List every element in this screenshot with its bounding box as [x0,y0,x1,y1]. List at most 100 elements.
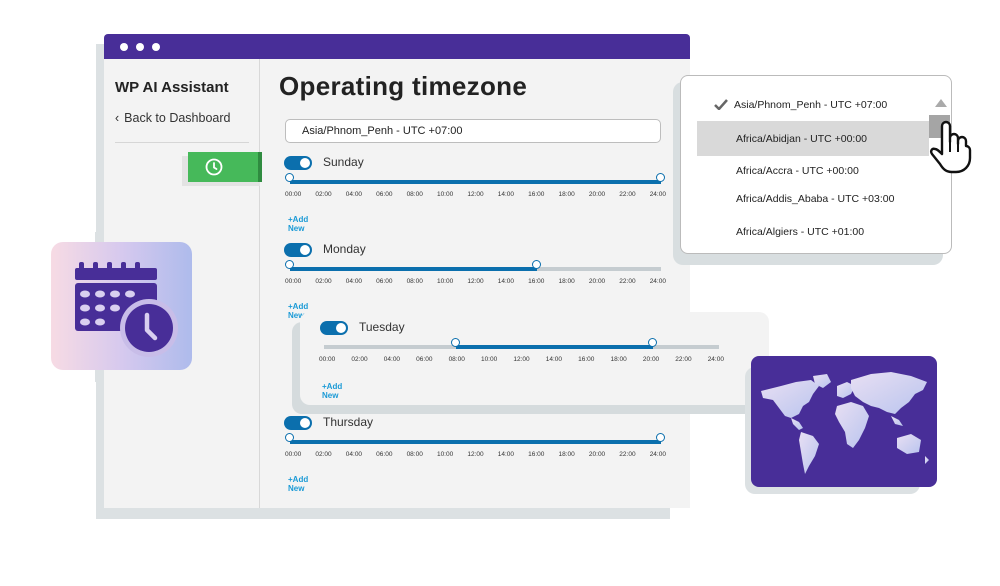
time-ticks: 00:00 02:00 04:00 06:00 08:00 10:00 12:00 14:00… [319,356,724,363]
world-map-tile [751,356,937,487]
tick-label: 06:00 [376,451,393,458]
tick-label: 04:00 [345,191,363,198]
dropdown-option[interactable]: Africa/Algiers - UTC +01:00 [736,226,864,238]
tick-label: 18:00 [610,356,627,363]
slider-start-handle[interactable] [285,433,294,442]
day-label: Thursday [323,415,374,429]
page-title: Operating timezone [279,71,528,101]
world-map-icon [761,372,929,474]
day-toggle[interactable] [284,243,312,257]
day-toggle[interactable] [320,321,348,335]
calendar-tile [51,242,192,370]
tick-label: 10:00 [480,356,498,363]
slider-start-handle[interactable] [450,338,460,347]
slider-end-handle[interactable] [648,338,658,347]
tick-label: 06:00 [376,278,393,285]
clock-icon [205,158,223,176]
tick-label: 12:00 [467,278,484,285]
tick-label: 08:00 [448,356,465,363]
tick-label: 02:00 [315,451,332,458]
tick-label: 04:00 [345,451,363,458]
tick-label: 10:00 [436,191,454,198]
tick-label: 24:00 [649,278,666,285]
time-range-slider[interactable] [285,173,665,184]
slider-end-handle[interactable] [532,260,542,269]
dropdown-option[interactable]: Africa/Accra - UTC +00:00 [736,165,859,177]
tick-label: 08:00 [406,278,423,285]
timezone-select[interactable]: Asia/Phnom_Penh - UTC +07:00 [285,119,661,143]
tick-label: 10:00 [436,278,454,285]
day-label: Monday [323,242,366,256]
slider-fill [290,180,661,184]
time-ticks: 00:00 02:00 04:00 06:00 08:00 10:00 12:00 14:00… [285,191,666,198]
tick-label: 18:00 [558,278,575,285]
add-new-link[interactable]: +Add New [322,382,342,400]
calendar-clock-icon [75,262,178,357]
tick-label: 16:00 [528,451,545,458]
slider-fill [290,440,661,444]
hand-pointer-cursor-icon [930,120,972,174]
timezone-dropdown: Asia/Phnom_Penh - UTC +07:00 Africa/Abid… [680,75,952,254]
tick-label: 08:00 [406,191,423,198]
time-range-slider[interactable] [285,433,665,444]
add-new-link[interactable]: +Add New [288,215,308,233]
dropdown-selected-option[interactable]: Asia/Phnom_Penh - UTC +07:00 [734,99,887,111]
tick-label: 14:00 [497,191,515,198]
back-link-label: Back to Dashboard [124,111,231,125]
slider-fill [455,345,654,349]
sidebar-divider [115,142,249,143]
tick-label: 20:00 [588,451,606,458]
window-dot-icon[interactable] [136,43,144,51]
time-range-slider[interactable] [285,260,661,271]
tick-label: 14:00 [545,356,563,363]
day-toggle[interactable] [284,156,312,170]
tick-label: 22:00 [619,278,636,285]
dropdown-option[interactable]: Africa/Addis_Ababa - UTC +03:00 [736,193,894,205]
tick-label: 24:00 [649,191,666,198]
tick-label: 22:00 [619,451,636,458]
tick-label: 08:00 [406,451,423,458]
tick-label: 12:00 [467,451,484,458]
tick-label: 24:00 [649,451,666,458]
title-bar [104,34,690,59]
tick-label: 20:00 [588,278,606,285]
time-range-slider[interactable] [324,338,719,349]
chevron-left-icon: ‹ [115,111,120,125]
day-toggle[interactable] [284,416,312,430]
slider-start-handle[interactable] [285,260,294,269]
time-ticks: 00:00 02:00 04:00 06:00 08:00 10:00 12:00 14:00… [285,451,666,458]
tick-label: 02:00 [315,278,332,285]
tick-label: 22:00 [675,356,692,363]
tick-label: 14:00 [497,278,515,285]
back-to-dashboard-link[interactable]: ‹ Back to Dashboard [115,111,230,125]
tick-label: 00:00 [285,278,302,285]
tick-label: 16:00 [528,278,545,285]
day-label: Tuesday [359,320,405,334]
tick-label: 10:00 [436,451,454,458]
tick-label: 00:00 [285,191,302,198]
tick-label: 06:00 [376,191,393,198]
app-title: WP AI Assistant [115,79,229,96]
tick-label: 02:00 [315,191,332,198]
check-icon [714,99,728,110]
tick-label: 16:00 [578,356,595,363]
day-label: Sunday [323,155,364,169]
window-dot-icon[interactable] [152,43,160,51]
slider-end-handle[interactable] [656,173,665,182]
add-new-link[interactable]: +Add New [288,475,308,493]
dropdown-option[interactable]: Africa/Abidjan - UTC +00:00 [736,133,867,145]
slider-start-handle[interactable] [285,173,294,182]
tick-label: 16:00 [528,191,545,198]
schedule-button[interactable] [188,152,262,182]
scroll-up-arrow-icon[interactable] [935,99,947,107]
window-dot-icon[interactable] [120,43,128,51]
tick-label: 22:00 [619,191,636,198]
tick-label: 14:00 [497,451,515,458]
tick-label: 00:00 [319,356,336,363]
slider-end-handle[interactable] [656,433,665,442]
tick-label: 18:00 [558,191,575,198]
tick-label: 04:00 [383,356,401,363]
tick-label: 18:00 [558,451,575,458]
slider-fill [290,267,538,271]
time-ticks: 00:00 02:00 04:00 06:00 08:00 10:00 12:00 14:00… [285,278,666,285]
